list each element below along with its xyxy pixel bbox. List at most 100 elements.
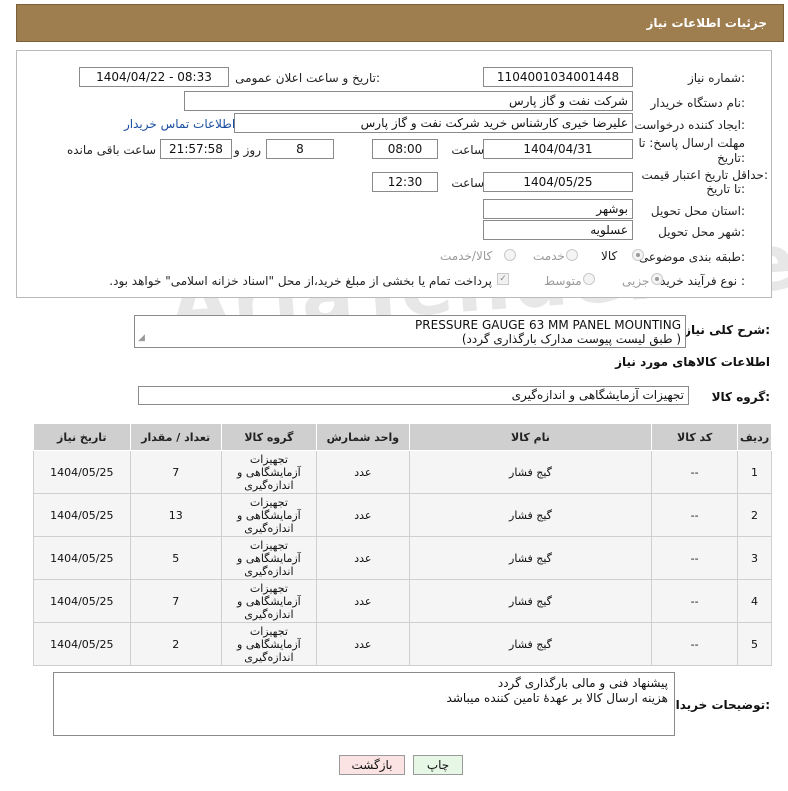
deadline-time-field[interactable]: 08:00 [372, 139, 438, 159]
province-label: استان محل تحویل: [650, 204, 745, 218]
cell-group: تجهیزات آزمایشگاهی و اندازه‌گیری [220, 450, 317, 494]
deadline-label: مهلت ارسال پاسخ: تا [638, 136, 745, 150]
table-header-row: ردیف کد کالا نام کالا واحد شمارش گروه کا… [33, 423, 772, 451]
remaining-time-field[interactable]: 21:57:58 [160, 139, 232, 159]
cell-row: 1 [737, 450, 772, 494]
need-number-field[interactable]: 1104001034001448 [483, 67, 633, 87]
col-code: کد کالا [651, 423, 739, 451]
validity-time-field[interactable]: 12:30 [372, 172, 438, 192]
col-unit: واحد شمارش [315, 423, 410, 451]
buyer-notes-line-1: پیشنهاد فنی و مالی بارگذاری گردد [497, 676, 668, 690]
days-label: روز و [234, 143, 261, 157]
deadline-label-2: تاریخ: [717, 151, 745, 165]
table-row[interactable]: 3 -- گیج فشار عدد تجهیزات آزمایشگاهی و ا… [33, 536, 772, 580]
goods-group-field[interactable]: تجهیزات آزمایشگاهی و اندازه‌گیری [138, 386, 689, 405]
validity-date-field[interactable]: 1404/05/25 [483, 172, 633, 192]
goods-group-label: گروه کالا: [711, 390, 770, 404]
buyer-notes-label: توضیحات خریدار: [668, 698, 770, 712]
cell-group: تجهیزات آزمایشگاهی و اندازه‌گیری [220, 622, 317, 666]
payment-note: پرداخت تمام یا بخشی از مبلغ خرید،از محل … [109, 274, 492, 288]
cell-name: گیج فشار [408, 536, 653, 580]
cell-name: گیج فشار [408, 450, 653, 494]
city-field[interactable]: عسلویه [483, 220, 633, 240]
cell-date: 1404/05/25 [33, 450, 131, 494]
purchase-radio-medium[interactable] [583, 273, 595, 285]
city-label: شهر محل تحویل: [658, 225, 745, 239]
cell-qty: 5 [129, 536, 222, 580]
col-qty: تعداد / مقدار [129, 423, 222, 451]
purchase-type-label: نوع فرآیند خرید : [660, 274, 745, 288]
cell-name: گیج فشار [408, 622, 653, 666]
province-field[interactable]: بوشهر [483, 199, 633, 219]
cell-unit: عدد [315, 493, 410, 537]
cell-qty: 7 [129, 579, 222, 623]
buyer-notes-textarea[interactable]: پیشنهاد فنی و مالی بارگذاری گردد هزینه ا… [53, 672, 675, 736]
treasury-checkbox[interactable]: ✓ [497, 273, 509, 285]
announce-field[interactable]: 1404/04/22 - 08:33 [79, 67, 229, 87]
category-option-both: کالا/خدمت [440, 249, 493, 263]
category-option-service: خدمت [533, 249, 565, 263]
deadline-date-field[interactable]: 1404/04/31 [483, 139, 633, 159]
table-row[interactable]: 5 -- گیج فشار عدد تجهیزات آزمایشگاهی و ا… [33, 622, 772, 666]
goods-section-title: اطلاعات کالاهای مورد نیاز [615, 355, 770, 369]
col-date: تاریخ نیاز [33, 423, 131, 451]
category-radio-goods[interactable] [632, 249, 644, 261]
table-row[interactable]: 1 -- گیج فشار عدد تجهیزات آزمایشگاهی و ا… [33, 450, 772, 494]
description-textarea[interactable]: PRESSURE GAUGE 63 MM PANEL MOUNTING ( طب… [134, 315, 686, 348]
cell-unit: عدد [315, 579, 410, 623]
page-header: جزئیات اطلاعات نیاز [16, 4, 784, 42]
validity-label-2: تا تاریخ: [706, 182, 745, 196]
creator-field[interactable]: علیرضا خیری کارشناس خرید شرکت نفت و گاز … [234, 113, 633, 133]
print-button[interactable]: چاپ [413, 755, 463, 775]
buyer-label: نام دستگاه خریدار: [650, 96, 746, 110]
cell-group: تجهیزات آزمایشگاهی و اندازه‌گیری [220, 579, 317, 623]
cell-qty: 13 [129, 493, 222, 537]
days-field[interactable]: 8 [266, 139, 334, 159]
cell-date: 1404/05/25 [33, 622, 131, 666]
category-option-goods: کالا [601, 249, 618, 263]
buyer-field[interactable]: شرکت نفت و گاز پارس [184, 91, 633, 111]
cell-name: گیج فشار [408, 493, 653, 537]
remaining-label: ساعت باقی مانده [66, 143, 156, 157]
goods-table: ردیف کد کالا نام کالا واحد شمارش گروه کا… [33, 423, 772, 666]
cell-unit: عدد [315, 536, 410, 580]
announce-label: تاریخ و ساعت اعلان عمومی: [235, 71, 380, 85]
description-line-1: PRESSURE GAUGE 63 MM PANEL MOUNTING [415, 318, 681, 332]
category-radio-both[interactable] [504, 249, 516, 261]
validity-label: حداقل تاریخ اعتبار قیمت: [641, 168, 768, 182]
cell-row: 2 [737, 493, 772, 537]
creator-label: ایجاد کننده درخواست: [634, 118, 745, 132]
description-line-2: ( طبق لیست پیوست مدارک بارگذاری گردد) [461, 332, 681, 346]
cell-qty: 2 [129, 622, 222, 666]
contact-info-link[interactable]: اطلاعات تماس خریدار [124, 117, 235, 131]
purchase-radio-minor[interactable] [651, 273, 663, 285]
category-radio-service[interactable] [566, 249, 578, 261]
validity-time-label: ساعت [451, 176, 484, 190]
table-row[interactable]: 2 -- گیج فشار عدد تجهیزات آزمایشگاهی و ا… [33, 493, 772, 537]
page-title: جزئیات اطلاعات نیاز [646, 16, 767, 30]
cell-row: 5 [737, 622, 772, 666]
deadline-time-label: ساعت [451, 143, 484, 157]
cell-row: 4 [737, 579, 772, 623]
resize-handle-icon[interactable]: ◢ [138, 331, 145, 345]
cell-unit: عدد [315, 450, 410, 494]
col-group: گروه کالا [220, 423, 317, 451]
cell-group: تجهیزات آزمایشگاهی و اندازه‌گیری [220, 536, 317, 580]
purchase-option-minor: جزیی [622, 274, 650, 288]
cell-name: گیج فشار [408, 579, 653, 623]
cell-row: 3 [737, 536, 772, 580]
col-name: نام کالا [408, 423, 653, 451]
cell-code: -- [651, 579, 739, 623]
cell-group: تجهیزات آزمایشگاهی و اندازه‌گیری [220, 493, 317, 537]
cell-code: -- [651, 450, 739, 494]
description-label: شرح کلی نیاز: [684, 323, 770, 337]
need-number-label: شماره نیاز: [687, 71, 745, 85]
back-button[interactable]: بازگشت [339, 755, 405, 775]
category-label: طبقه بندی موضوعی: [638, 250, 745, 264]
table-row[interactable]: 4 -- گیج فشار عدد تجهیزات آزمایشگاهی و ا… [33, 579, 772, 623]
cell-qty: 7 [129, 450, 222, 494]
purchase-option-medium: متوسط [544, 274, 582, 288]
cell-code: -- [651, 536, 739, 580]
cell-date: 1404/05/25 [33, 579, 131, 623]
buyer-notes-line-2: هزینه ارسال کالا بر عهدهٔ تامین کننده می… [446, 691, 668, 705]
